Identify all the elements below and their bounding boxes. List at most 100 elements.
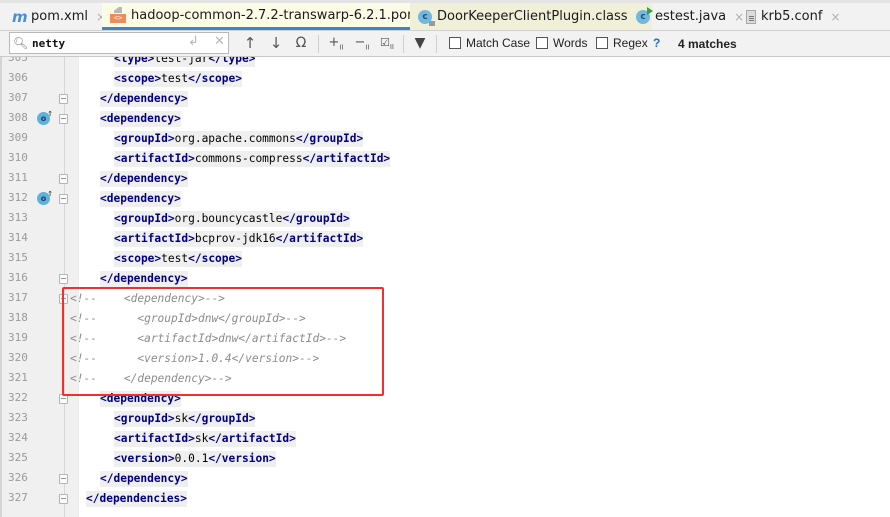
code-line[interactable]: 324 <artifactId>sk</artifactId>: [0, 429, 890, 449]
tab-label: hadoop-common-2.7.2-transwarp-6.2.1.pom: [131, 7, 420, 23]
line-number: 324: [8, 431, 28, 444]
tab-estest-java[interactable]: c estest.java ×: [628, 3, 750, 30]
xml-element: <dependency>: [100, 191, 181, 207]
match-count: 4 matches: [678, 37, 737, 51]
clear-search-icon[interactable]: ✕: [214, 34, 225, 49]
xml-element: <type>test-jar</type>: [114, 57, 256, 67]
checkbox[interactable]: [596, 37, 608, 49]
xml-element: </dependencies>: [86, 491, 188, 507]
toolbar-separator: [318, 35, 319, 53]
tab-label: DoorKeeperClientPlugin.class: [437, 9, 628, 24]
match-case-checkbox[interactable]: Match Case: [449, 36, 530, 50]
select-all-occurrences-icon[interactable]: Ω: [292, 34, 310, 52]
code-line[interactable]: 312 o <dependency>: [0, 188, 890, 209]
maven-icon: m: [12, 7, 28, 26]
toolbar-separator: [403, 35, 404, 53]
toolbar-separator: [436, 35, 437, 53]
fold-toggle-icon[interactable]: [59, 274, 68, 284]
tab-krb5-conf[interactable]: krb5.conf ×: [738, 3, 847, 30]
line-number: 327: [8, 491, 28, 504]
tab-hadoop-common-pom[interactable]: <> hadoop-common-2.7.2-transwarp-6.2.1.p…: [102, 3, 444, 30]
xml-element: <groupId>sk</groupId>: [114, 411, 256, 427]
line-number: 305: [8, 57, 28, 64]
code-line[interactable]: 306 <scope>test</scope>: [0, 69, 890, 89]
fold-toggle-icon[interactable]: [59, 494, 68, 504]
line-number: 317: [8, 291, 28, 304]
xml-element: <groupId>org.bouncycastle</groupId>: [114, 211, 350, 227]
xml-element: </dependency>: [100, 471, 188, 487]
line-number: 314: [8, 231, 28, 244]
xml-element: <artifactId>commons-compress</artifactId…: [114, 151, 391, 167]
tab-doorkeeper-class[interactable]: c DoorKeeperClientPlugin.class ×: [410, 3, 652, 30]
checkbox[interactable]: [449, 37, 461, 49]
xml-element: <groupId>org.apache.commons</groupId>: [114, 131, 364, 147]
filter-icon[interactable]: ▼: [411, 34, 429, 52]
xml-element: </dependency>: [100, 171, 188, 187]
line-number: 325: [8, 451, 28, 464]
regex-help-link[interactable]: ?: [653, 36, 660, 50]
previous-occurrence-icon[interactable]: ↑: [242, 34, 258, 52]
toggle-selection-icon[interactable]: ☑II: [377, 34, 397, 52]
line-number: 323: [8, 411, 28, 424]
code-line[interactable]: 307 </dependency>: [0, 89, 890, 109]
search-field[interactable]: 🔍︎ ↲ ✕: [9, 32, 229, 54]
xml-element: </dependency>: [100, 91, 188, 107]
line-number: 321: [8, 371, 28, 384]
xml-element: </dependency>: [100, 271, 188, 287]
line-number: 308: [8, 111, 28, 124]
code-line[interactable]: 305 <type>test-jar</type>: [0, 57, 890, 69]
next-occurrence-icon[interactable]: ↓: [268, 34, 284, 52]
checkbox[interactable]: [536, 37, 548, 49]
tab-label: pom.xml: [31, 9, 88, 24]
regex-checkbox[interactable]: Regex: [596, 36, 648, 50]
remove-selection-icon[interactable]: −II: [352, 34, 372, 52]
tab-pom-xml[interactable]: m pom.xml ×: [4, 3, 112, 30]
annotation-red-rectangle: [62, 287, 384, 396]
add-selection-icon[interactable]: +II: [326, 34, 346, 52]
xml-element: <dependency>: [100, 111, 181, 127]
code-line[interactable]: 327 </dependencies>: [0, 489, 890, 509]
xml-element: <version>0.0.1</version>: [114, 451, 276, 467]
xml-element: <scope>test</scope>: [114, 71, 242, 87]
line-number: 312: [8, 191, 28, 204]
line-number: 318: [8, 311, 28, 324]
overrides-marker-icon[interactable]: o: [37, 108, 53, 125]
class-file-icon: c: [418, 9, 435, 26]
xml-element: <scope>test</scope>: [114, 251, 242, 267]
xml-element: <artifactId>sk</artifactId>: [114, 431, 296, 447]
match-case-label: Match Case: [466, 36, 531, 50]
code-line[interactable]: 308 o <dependency>: [0, 108, 890, 129]
code-line[interactable]: 316 </dependency>: [0, 269, 890, 289]
close-icon[interactable]: ×: [830, 10, 840, 24]
code-line[interactable]: 310 <artifactId>commons-compress</artifac…: [0, 149, 890, 169]
line-number: 306: [8, 71, 28, 84]
code-line[interactable]: 315 <scope>test</scope>: [0, 249, 890, 269]
code-line[interactable]: 326 </dependency>: [0, 469, 890, 489]
line-number: 309: [8, 131, 28, 144]
code-line[interactable]: 309 <groupId>org.apache.commons</groupId>: [0, 129, 890, 149]
fold-toggle-icon[interactable]: [59, 174, 68, 184]
code-editor[interactable]: 305 <type>test-jar</type> 306 <scope>test</…: [0, 57, 890, 517]
code-line[interactable]: 311 </dependency>: [0, 169, 890, 189]
fold-toggle-icon[interactable]: [59, 94, 68, 104]
regex-label: Regex: [613, 36, 648, 50]
search-input[interactable]: [32, 35, 182, 51]
words-checkbox[interactable]: Words: [536, 36, 587, 50]
line-number: 320: [8, 351, 28, 364]
java-runnable-icon: c: [636, 6, 653, 24]
xml-element: <artifactId>bcprov-jdk16</artifactId>: [114, 231, 364, 247]
line-number: 307: [8, 91, 28, 104]
line-number: 310: [8, 151, 28, 164]
find-bar: 🔍︎ ↲ ✕ ↑ ↓ Ω +II −II ☑II ▼ Match Case Wo…: [0, 31, 890, 57]
code-line[interactable]: 325 <version>0.0.1</version>: [0, 449, 890, 469]
search-history-icon[interactable]: 🔍︎: [13, 36, 28, 50]
code-line[interactable]: 314 <artifactId>bcprov-jdk16</artifactId>: [0, 229, 890, 249]
fold-toggle-icon[interactable]: [59, 114, 68, 124]
fold-toggle-icon[interactable]: [59, 474, 68, 484]
code-line[interactable]: 313 <groupId>org.bouncycastle</groupId>: [0, 209, 890, 229]
overrides-marker-icon[interactable]: o: [37, 188, 53, 205]
code-line[interactable]: 323 <groupId>sk</groupId>: [0, 409, 890, 429]
text-file-icon: [746, 9, 756, 24]
new-line-icon[interactable]: ↲: [188, 34, 199, 49]
fold-toggle-icon[interactable]: [59, 194, 68, 204]
